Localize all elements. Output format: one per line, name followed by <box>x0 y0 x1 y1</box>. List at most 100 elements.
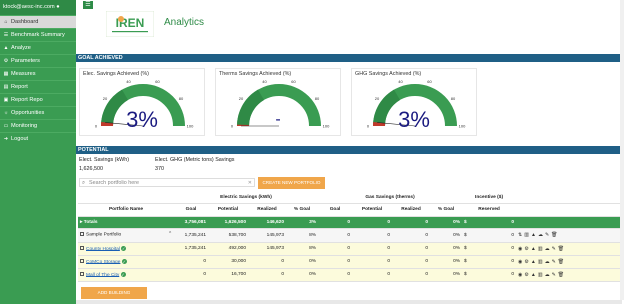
column-header[interactable]: Potential <box>352 203 393 217</box>
sort-icon[interactable]: ⇅ <box>518 232 522 238</box>
edit-icon[interactable]: ✎ <box>552 272 556 278</box>
table-cell: 8% <box>286 242 319 256</box>
row-checkbox[interactable] <box>80 246 84 251</box>
portfolio-name: Sample Portfolio <box>86 232 122 238</box>
view-icon[interactable]: ◉ <box>518 272 522 278</box>
row-name: ▸ Totals <box>78 216 174 229</box>
building-row[interactable]: County Hospital ✓ 1,735,241 492,000 145,… <box>78 242 623 256</box>
delete-icon[interactable]: 🗑 <box>558 259 564 265</box>
file-icon: ▤ <box>3 84 9 90</box>
gauge-tick-label: 40 <box>262 79 267 84</box>
building-link[interactable]: CoMCo Storage <box>86 259 120 264</box>
delete-icon[interactable]: 🗑 <box>551 232 557 238</box>
chart-icon[interactable]: ▥ <box>538 272 543 278</box>
row-checkbox[interactable] <box>80 259 84 264</box>
column-header[interactable]: Goal <box>318 203 353 217</box>
sidebar-item-benchmark-summary[interactable]: ☰ Benchmark Summary <box>0 28 76 41</box>
upload-icon[interactable]: ▲ <box>531 259 536 265</box>
column-header[interactable]: Realized <box>392 203 431 217</box>
portfolio-row[interactable]: Sample Portfolio ⌃ 1,735,241 538,700 145,… <box>78 228 623 243</box>
table-cell: 0 <box>352 255 393 269</box>
building-row[interactable]: Mall of The City ✓ 0 16,700 0 0% 0 0 0 0… <box>78 268 623 282</box>
add-building-button[interactable]: ADD BUILDING <box>81 287 147 299</box>
table-cell: $0 <box>462 255 517 269</box>
sidebar-item-logout[interactable]: ➜ Logout <box>0 132 76 145</box>
edit-icon[interactable]: ✎ <box>552 246 556 252</box>
elec-savings-value: 1,626,500 <box>79 166 103 172</box>
table-cell: 0 <box>352 242 393 256</box>
elec-savings-group-header: Electric Savings (kWh) <box>174 192 319 204</box>
create-new-portfolio-button[interactable]: CREATE NEW PORTFOLIO <box>258 177 325 189</box>
table-cell: 538,700 <box>208 228 248 243</box>
cloud-icon[interactable]: ☁ <box>545 246 550 252</box>
logout-icon: ➜ <box>3 136 9 142</box>
table-cell: 0 <box>352 228 393 243</box>
cloud-icon[interactable]: ☁ <box>545 259 550 265</box>
sidebar-item-label: Report Repo <box>11 97 43 103</box>
table-group-header: Electric Savings (kWh) Gas Savings (ther… <box>78 192 623 204</box>
delete-icon[interactable]: 🗑 <box>558 246 564 252</box>
ruler-icon: ▦ <box>3 71 9 77</box>
column-header[interactable]: Realized <box>248 203 286 217</box>
gauge-value: - <box>275 111 281 128</box>
column-header <box>516 203 623 217</box>
vertical-scrollbar[interactable] <box>620 0 624 300</box>
user-menu[interactable]: ktock@aesc-inc.com ● <box>0 0 76 15</box>
gauge-value: 3% <box>398 107 430 132</box>
column-header[interactable]: Portfolio Name <box>78 203 174 217</box>
reserved-value: 0 <box>511 259 515 264</box>
column-header[interactable]: % Goal <box>286 203 319 217</box>
sidebar-item-report[interactable]: ▤ Report <box>0 80 76 93</box>
column-header[interactable]: % Goal <box>430 203 463 217</box>
search-input[interactable]: ⌕ Search portfolio here ✕ <box>79 178 255 187</box>
column-header[interactable]: Goal <box>174 203 208 217</box>
upload-icon[interactable]: ▲ <box>531 246 536 252</box>
building-link[interactable]: Mall of The City <box>86 272 119 277</box>
sidebar-item-report-repo[interactable]: ▣ Report Repo <box>0 93 76 106</box>
collapse-icon[interactable]: ⌃ <box>168 232 172 237</box>
upload-icon[interactable]: ▲ <box>531 272 536 278</box>
sidebar-item-dashboard[interactable]: ⌂ Dashboard <box>0 15 76 28</box>
delete-icon[interactable]: 🗑 <box>558 272 564 278</box>
table-header: Portfolio Name Goal Potential Realized %… <box>78 203 623 217</box>
monitor-icon: ▭ <box>3 123 9 129</box>
column-header[interactable]: Reserved <box>462 203 517 217</box>
table-cell: 145,973 <box>248 242 286 256</box>
sidebar-item-monitoring[interactable]: ▭ Monitoring <box>0 119 76 132</box>
row-checkbox[interactable] <box>80 272 84 277</box>
building-link[interactable]: County Hospital <box>86 246 120 251</box>
chart-icon[interactable]: ▥ <box>538 246 543 252</box>
table-cell: 3% <box>286 216 319 229</box>
sidebar-item-opportunities[interactable]: ☼ Opportunities <box>0 106 76 119</box>
currency-symbol: $ <box>464 272 467 277</box>
gauge-card: GHG Savings Achieved (%) 0 20 40 60 80 100 3% <box>351 68 477 136</box>
edit-icon[interactable]: ✎ <box>545 232 549 238</box>
gear-icon[interactable]: ⚙ <box>524 259 528 265</box>
chart-icon[interactable]: ▥ <box>538 259 543 265</box>
gauge-tick-label: 80 <box>315 96 320 101</box>
view-icon[interactable]: ◉ <box>518 246 522 252</box>
gear-icon[interactable]: ⚙ <box>524 272 528 278</box>
chart-icon[interactable]: ▥ <box>524 232 529 238</box>
empty-header <box>78 192 174 204</box>
sidebar-item-measures[interactable]: ▦ Measures <box>0 67 76 80</box>
expand-toggle[interactable] <box>80 232 84 237</box>
totals-label: Totals <box>83 219 98 225</box>
building-row[interactable]: CoMCo Storage ✓ 0 30,000 0 0% 0 0 0 0% $… <box>78 255 623 269</box>
upload-icon[interactable]: ▲ <box>531 232 536 238</box>
menu-toggle-button[interactable]: ☰ <box>83 1 93 9</box>
gauge-tick-label: 80 <box>179 96 184 101</box>
edit-icon[interactable]: ✎ <box>552 259 556 265</box>
cloud-icon[interactable]: ☁ <box>545 272 550 278</box>
user-email: ktock@aesc-inc.com <box>3 4 55 10</box>
horizontal-scrollbar[interactable] <box>76 300 622 304</box>
sidebar-item-parameters[interactable]: ⚙ Parameters <box>0 54 76 67</box>
elec-savings-label: Elect. Savings (kWh) <box>79 157 130 163</box>
view-icon[interactable]: ◉ <box>518 259 522 265</box>
cloud-icon[interactable]: ☁ <box>538 232 543 238</box>
sidebar-item-analyze[interactable]: ▲ Analyze <box>0 41 76 54</box>
column-header[interactable]: Potential <box>208 203 248 217</box>
sidebar-item-label: Monitoring <box>11 123 38 129</box>
clear-icon[interactable]: ✕ <box>248 179 252 187</box>
gear-icon[interactable]: ⚙ <box>524 246 528 252</box>
